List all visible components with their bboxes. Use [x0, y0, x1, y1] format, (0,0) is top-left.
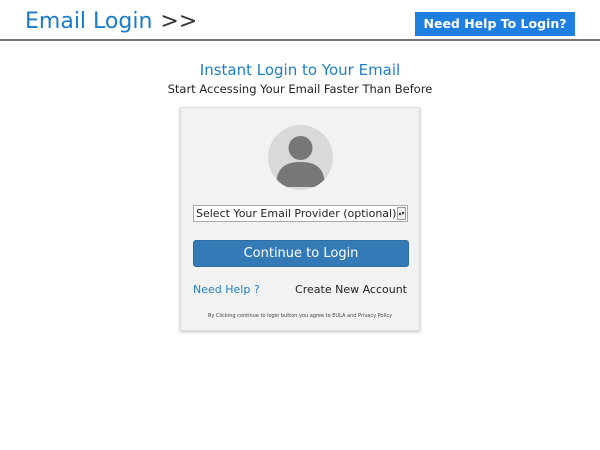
need-help-link[interactable]: Need Help ? [193, 282, 260, 297]
user-avatar-icon [268, 125, 333, 190]
email-provider-select[interactable]: Select Your Email Provider (optional) ▴▾ [193, 205, 408, 222]
brand-title: Email Login [25, 9, 153, 34]
continue-to-login-button[interactable]: Continue to Login [193, 240, 409, 267]
need-help-to-login-button[interactable]: Need Help To Login? [415, 12, 575, 36]
hero-title: Instant Login to Your Email [199, 61, 401, 79]
header: Email Login >> Need Help To Login? [0, 0, 600, 41]
brand-arrows: >> [160, 9, 198, 34]
user-silhouette-icon [276, 136, 325, 187]
create-new-account-link[interactable]: Create New Account [295, 282, 407, 297]
email-provider-select-value: Select Your Email Provider (optional) [196, 207, 397, 220]
login-card: Select Your Email Provider (optional) ▴▾… [180, 107, 420, 331]
brand-logo[interactable]: Email Login >> [25, 8, 197, 36]
hero-subtitle: Start Accessing Your Email Faster Than B… [167, 82, 433, 96]
dropdown-arrow-icon[interactable]: ▴▾ [397, 207, 406, 220]
eula-disclaimer: By Clicking continue to login button you… [207, 313, 393, 319]
